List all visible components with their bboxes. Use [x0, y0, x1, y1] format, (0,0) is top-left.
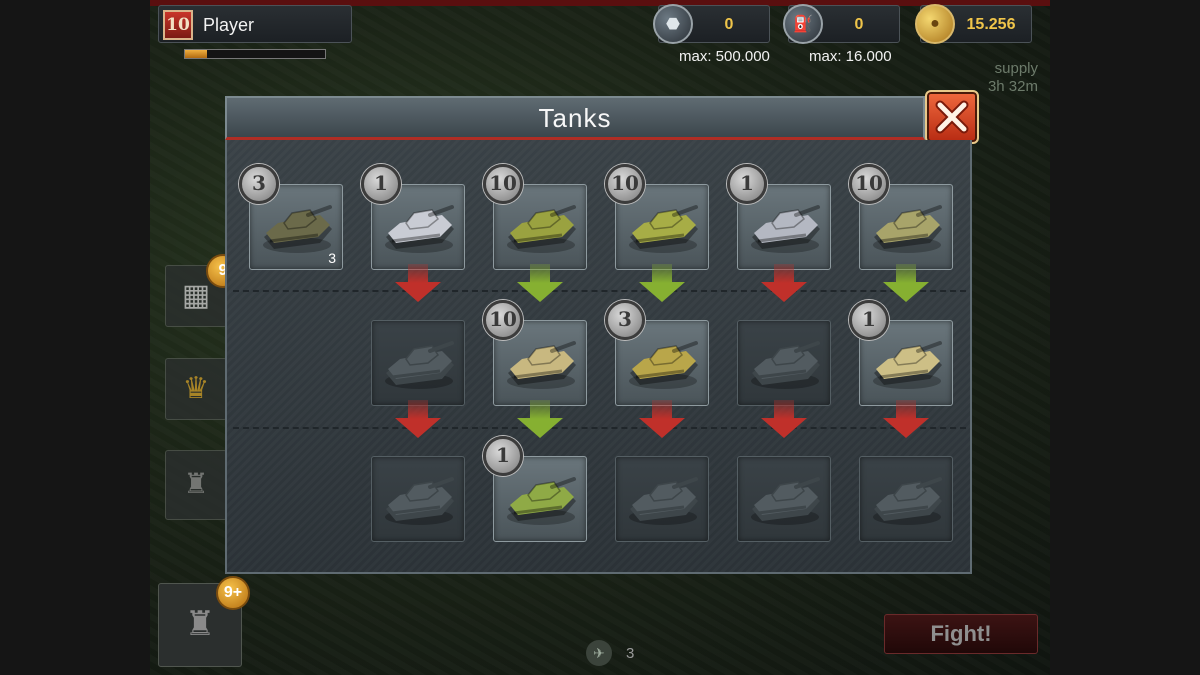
tank-icon [629, 477, 698, 525]
trophy-icon: ♛ [182, 372, 210, 405]
tank-count-badge: 10 [849, 164, 889, 204]
tank-slot[interactable] [859, 456, 953, 542]
dialog-body: 3 3 1 10 10 1 10 10 3 1 1 [225, 140, 972, 574]
tank-slot[interactable] [371, 320, 465, 406]
tank-icon [751, 341, 820, 389]
tank-count-badge: 10 [483, 300, 523, 340]
xp-progress-bar [184, 49, 326, 59]
tank-icon [629, 341, 698, 389]
tank-slot[interactable] [737, 456, 831, 542]
base-notification-badge: 9+ [216, 576, 250, 610]
tank-owned-count: 3 [328, 250, 336, 266]
close-icon [935, 100, 969, 134]
tank-slot[interactable] [615, 456, 709, 542]
tank-icon [507, 477, 576, 525]
bottom-count-value: 3 [626, 644, 635, 662]
plane-icon: ✈ [586, 640, 612, 666]
green-upgrade-arrow-icon [881, 264, 931, 304]
close-button[interactable] [925, 90, 979, 144]
red-upgrade-arrow-icon [393, 400, 443, 440]
dialog-title: Tanks [538, 103, 612, 133]
red-upgrade-arrow-icon [881, 400, 931, 440]
gold-coin-icon: ● [915, 4, 955, 44]
fuel-value: 0 [854, 16, 864, 33]
right-letterbox [1050, 0, 1200, 675]
tank-slot[interactable] [737, 320, 831, 406]
green-upgrade-arrow-icon [637, 264, 687, 304]
red-upgrade-arrow-icon [637, 400, 687, 440]
bottom-plane-counter: ✈ 3 [586, 640, 634, 666]
tank-icon [507, 205, 576, 253]
red-upgrade-arrow-icon [393, 264, 443, 304]
fuel-max: max: 16.000 [809, 48, 892, 65]
tank-icon [873, 341, 942, 389]
tank-icon [751, 205, 820, 253]
supply-time: 3h 32m [987, 78, 1038, 95]
tank-icon [751, 477, 820, 525]
tank-icon [873, 477, 942, 525]
green-upgrade-arrow-icon [515, 400, 565, 440]
tank-icon [507, 341, 576, 389]
steel-icon: ⬣ [653, 4, 693, 44]
tank-count-badge: 10 [483, 164, 523, 204]
player-level-badge: 10 [163, 10, 193, 40]
left-letterbox [0, 0, 150, 675]
player-panel[interactable]: 10 Player [158, 5, 352, 43]
row-separator [233, 427, 966, 429]
supply-label: supply [994, 60, 1038, 77]
tank-count-badge: 1 [849, 300, 889, 340]
tank-icon [629, 205, 698, 253]
gold-resource[interactable]: ● 15.256 [915, 4, 1032, 44]
tank-icon [873, 205, 942, 253]
red-upgrade-arrow-icon [759, 264, 809, 304]
tank-icon [385, 205, 454, 253]
supply-timer: supply 3h 32m [982, 60, 1038, 96]
fight-button[interactable]: Fight! [884, 614, 1038, 654]
tanks-dialog: Tanks 3 3 1 10 10 1 10 10 3 1 1 [225, 90, 979, 574]
trophy-button[interactable]: ♛ [165, 358, 227, 420]
steel-max: max: 500.000 [679, 48, 770, 65]
tank-count-badge: 10 [605, 164, 645, 204]
tank-icon [385, 341, 454, 389]
fortress-icon: ♜ [183, 468, 209, 499]
tank-icon [263, 205, 332, 253]
gold-value: 15.256 [966, 16, 1016, 33]
fortress-button[interactable]: ♜ [165, 450, 227, 520]
steel-resource[interactable]: ⬣ 0 max: 500.000 [653, 4, 770, 65]
green-upgrade-arrow-icon [515, 264, 565, 304]
tank-icon [385, 477, 454, 525]
row-separator [233, 290, 966, 292]
game-screen: 10 Player ⬣ 0 max: 500.000 ⛽ 0 max: 16.0… [150, 0, 1050, 675]
tank-count-badge: 1 [361, 164, 401, 204]
tank-slot[interactable] [371, 456, 465, 542]
tank-count-badge: 1 [483, 436, 523, 476]
fuel-canister-icon: ⛽ [783, 4, 823, 44]
red-upgrade-arrow-icon [759, 400, 809, 440]
tank-count-badge: 3 [605, 300, 645, 340]
dialog-header: Tanks [225, 96, 925, 140]
tank-count-badge: 3 [239, 164, 279, 204]
fuel-resource[interactable]: ⛽ 0 max: 16.000 [783, 4, 900, 65]
tank-count-badge: 1 [727, 164, 767, 204]
player-name: Player [203, 15, 255, 35]
xp-progress-fill [185, 50, 208, 58]
steel-value: 0 [724, 16, 734, 33]
